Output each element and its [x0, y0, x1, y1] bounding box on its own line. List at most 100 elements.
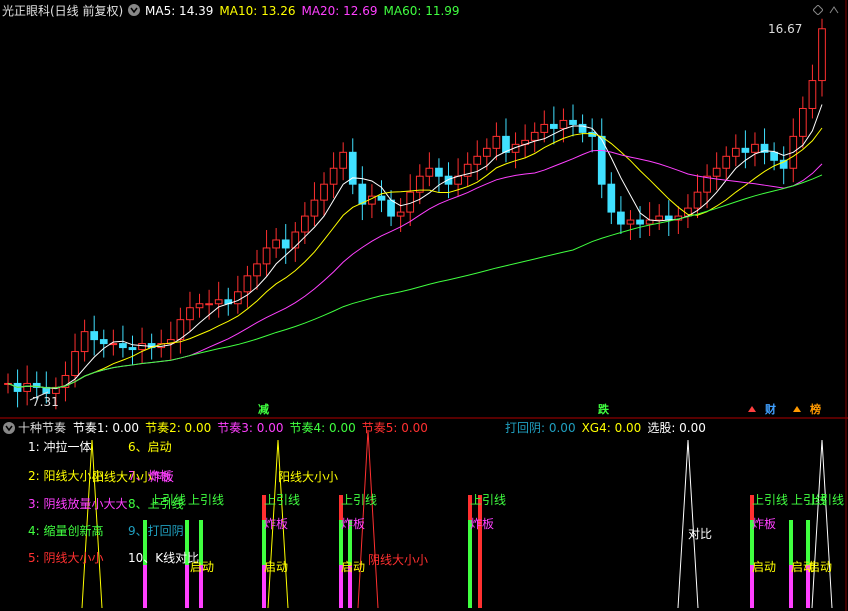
candle	[272, 228, 280, 258]
candle	[779, 146, 788, 185]
candlestick-series	[4, 18, 826, 410]
candle	[607, 172, 616, 225]
signal-annotation: 炸板	[150, 470, 175, 484]
candle	[329, 152, 338, 199]
signal-annotation: 阴线大小小	[368, 553, 429, 567]
candle	[186, 291, 194, 332]
indicator-bar	[185, 565, 189, 608]
event-marker-0[interactable]: 减	[258, 404, 269, 416]
candle	[818, 18, 826, 97]
event-marker-2[interactable]: 财	[765, 404, 776, 416]
candle	[377, 180, 386, 213]
candle	[358, 166, 367, 221]
candle	[550, 106, 558, 145]
candle	[61, 361, 70, 402]
indicator-spike	[677, 439, 699, 609]
diamond-icon[interactable]	[812, 4, 824, 16]
candle	[731, 134, 740, 167]
signal-annotation: 上引线	[470, 493, 507, 507]
signal-annotation: 上引线	[808, 493, 845, 507]
candle	[521, 124, 529, 159]
candle	[166, 321, 175, 360]
signal-annotation: 上引线	[188, 493, 225, 507]
chevron-up-icon[interactable]	[829, 4, 839, 14]
ma-value-0: MA5: 14.39	[145, 4, 214, 18]
ma-value-2: MA20: 12.69	[301, 4, 378, 18]
candle	[387, 190, 395, 227]
chart-menu-button[interactable]	[128, 4, 140, 16]
moving-average-lines	[7, 104, 823, 390]
candle	[4, 373, 12, 394]
candle	[339, 142, 348, 181]
candle	[588, 118, 597, 153]
candle	[722, 146, 731, 181]
legend-item-4: 4: 缩量创新高	[28, 524, 104, 538]
signal-annotation: 对比	[688, 527, 713, 541]
signal-annotation: 炸板	[264, 517, 289, 531]
candle	[224, 287, 233, 316]
candle	[712, 152, 721, 191]
chevron-down-icon	[130, 7, 138, 14]
event-marker-3[interactable]: 榜	[810, 404, 821, 416]
indicator-spike	[811, 439, 833, 609]
candle	[502, 118, 510, 163]
candle	[655, 204, 664, 231]
indicator-bar	[143, 565, 147, 608]
indicator-bar	[468, 520, 472, 608]
ma-value-1: MA10: 13.26	[219, 4, 296, 18]
legend-item-3: 3: 阴线放量小大大	[28, 497, 128, 511]
candle	[195, 293, 204, 318]
candle	[569, 104, 577, 137]
legend-item-9: 9、打回阴	[128, 524, 184, 538]
candle	[808, 64, 817, 119]
ma20-line	[7, 149, 823, 389]
candle	[243, 265, 252, 308]
rhythm-value-3: 节奏4: 0.00	[289, 421, 356, 435]
signal-annotation: 炸板	[470, 517, 495, 531]
candle	[291, 222, 300, 262]
signal-annotation: 启动	[808, 560, 833, 574]
candle	[406, 174, 415, 227]
signal-value-0: 打回阴: 0.00	[505, 421, 576, 435]
event-marker-1[interactable]: 跌	[598, 404, 609, 416]
signal-annotation: 上引线	[264, 493, 301, 507]
candle	[463, 152, 472, 187]
rhythm-value-1: 节奏2: 0.00	[145, 421, 212, 435]
candle	[473, 140, 482, 181]
ma-value-3: MA60: 11.99	[383, 4, 460, 18]
candle	[128, 335, 137, 366]
candle	[751, 132, 759, 167]
candle	[80, 319, 89, 362]
candle	[348, 138, 357, 195]
candle	[684, 194, 692, 229]
signal-value-1: XG4: 0.00	[581, 421, 642, 435]
candle	[233, 275, 242, 314]
high-price-label: 16.67	[768, 22, 803, 36]
stock-chart-window: 光正眼科(日线 前复权) MA5: 14.39 MA10: 13.26 MA20: …	[0, 0, 848, 611]
candle	[597, 118, 606, 199]
candle	[23, 365, 32, 406]
main-chart-header: 光正眼科(日线 前复权)	[2, 3, 126, 19]
candle	[703, 164, 711, 209]
rhythm-value-2: 节奏3: 0.00	[217, 421, 284, 435]
ma5-line	[7, 104, 823, 390]
candle	[645, 202, 654, 236]
candle	[301, 202, 309, 244]
candle	[674, 206, 683, 235]
stock-title: 光正眼科(日线 前复权)	[2, 4, 124, 18]
indicator-menu-button[interactable]	[3, 422, 15, 434]
low-price-label: 7.31	[32, 395, 59, 409]
candle	[214, 281, 223, 318]
signal-value-2: 选股: 0.00	[647, 421, 706, 435]
candle	[368, 184, 376, 219]
signal-annotation: 启动	[752, 560, 777, 574]
signal-annotation: 启动	[264, 560, 289, 574]
candle	[13, 369, 22, 408]
chart-canvas	[0, 0, 848, 611]
rhythm-value-0: 节奏1: 0.00	[72, 421, 140, 435]
legend-item-1: 1: 冲拉一体	[28, 440, 92, 454]
indicator-header: 十种节奏 节奏1: 0.00 节奏2: 0.00 节奏3: 0.00 节奏4: 0.0…	[18, 420, 434, 436]
signal-annotation: 上引线	[341, 493, 378, 507]
signal-annotation: 启动	[190, 560, 215, 574]
indicator-header-extra: 打回阴: 0.00 XG4: 0.00 选股: 0.00	[505, 420, 712, 436]
